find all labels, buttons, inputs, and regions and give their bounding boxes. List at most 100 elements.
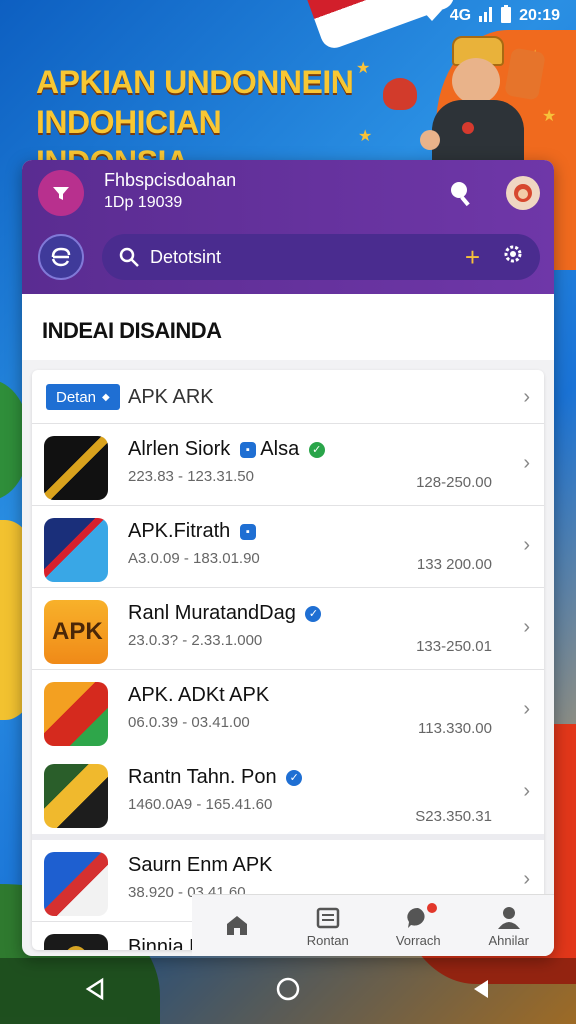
list-item[interactable]: APK. ADKt APK 06.0.39 - 03.41.00 113.330… [32, 670, 544, 752]
app-meta: 1460.0A9 - 165.41.60 [128, 796, 273, 813]
app-name: Ranl MuratandDag ✓ [128, 602, 322, 625]
verified-badge-icon: ▪ [239, 523, 256, 540]
verified-badge-icon: ▪ [239, 441, 256, 458]
profile-icon [497, 906, 520, 929]
star-icon: ★ [358, 128, 373, 145]
star-icon: ★ [356, 60, 371, 77]
back-icon[interactable] [84, 977, 106, 1006]
notification-dot [427, 902, 438, 913]
mascot-body [432, 100, 524, 162]
star-icon: ★ [542, 108, 557, 125]
list-item[interactable]: Alrlen Siork ▪ Alsa ✓ 223.83 - 123.31.50… [32, 424, 544, 506]
network-indicator: 4G [449, 7, 472, 24]
check-badge-icon: ✓ [308, 441, 325, 458]
news-icon [316, 907, 339, 928]
recents-icon[interactable] [470, 977, 492, 1006]
mascot-face [452, 58, 500, 104]
app-meta: A3.0.09 - 183.01.90 [128, 550, 260, 567]
nav-label: Vorrach [395, 932, 441, 948]
app-list: Detan ◆ APK ARK › Alrlen Siork ▪ Alsa ✓ … [32, 370, 544, 950]
app-size: 128-250.00 [416, 474, 492, 491]
app-header: Fhbspcisdoahan 1Dp 19039 Detotsint + [22, 160, 554, 294]
app-icon [44, 518, 108, 582]
app-icon [44, 682, 108, 746]
nav-home[interactable] [192, 912, 282, 940]
list-item[interactable]: APK Ranl MuratandDag ✓ 23.0.3? - 2.33.1.… [32, 588, 544, 670]
app-name: Alrlen Siork ▪ Alsa ✓ [128, 438, 325, 461]
chevron-right-icon: › [523, 698, 530, 720]
chevron-right-icon: › [523, 868, 530, 890]
app-name-suffix: Alsa [260, 438, 300, 460]
wifi-icon [393, 6, 414, 27]
home-button-icon[interactable] [275, 976, 301, 1007]
app-name: APK.Fitrath ▪ [128, 520, 256, 543]
chevron-right-icon: › [523, 616, 530, 638]
search-input[interactable]: Detotsint + [102, 234, 540, 280]
app-name-text: Rantn Tahn. Pon [128, 766, 277, 788]
signal-icon [479, 6, 493, 27]
chevron-right-icon: › [523, 452, 530, 474]
nav-label: Ahnilar [488, 932, 529, 948]
verified-badge-icon: ✓ [305, 605, 322, 622]
app-size: 113.330.00 [418, 720, 492, 737]
app-name: Saurn Enm APK [128, 854, 273, 876]
home-icon [227, 916, 248, 935]
rooster-toy-illustration [383, 78, 417, 110]
mascot-badge [462, 122, 474, 134]
filter-row[interactable]: Detan ◆ APK ARK › [32, 370, 544, 424]
garuda-emblem [62, 946, 90, 950]
mascot-hand [420, 130, 440, 150]
app-name-text: Ranl MuratandDag [128, 602, 296, 624]
bottom-nav: Rontan Vorrach Ahnilar [192, 894, 554, 956]
menu-button[interactable] [38, 234, 84, 280]
battery-icon [501, 4, 512, 28]
app-meta: 23.0.3? - 2.33.1.000 [128, 632, 263, 649]
nav-news[interactable]: Rontan [283, 905, 373, 948]
search-placeholder: Detotsint [150, 246, 222, 267]
app-size: 133 200.00 [416, 556, 492, 573]
app-icon [44, 852, 108, 916]
verified-badge-icon: ✓ [286, 769, 303, 786]
bell-icon [53, 187, 69, 200]
app-icon [44, 764, 108, 828]
list-item[interactable]: APK.Fitrath ▪ A3.0.09 - 183.01.90 133 20… [32, 506, 544, 588]
wifi-icon [421, 6, 442, 27]
avatar[interactable] [38, 170, 84, 216]
app-icon: APK [44, 600, 108, 664]
app-meta: 06.0.39 - 03.41.00 [128, 714, 250, 731]
app-name-text: APK.Fitrath [128, 520, 231, 542]
filter-chip-label: Detan [56, 388, 97, 406]
nav-chat[interactable]: Vorrach [373, 902, 463, 948]
banner-line-1: APKIAN UNDONNEIN [36, 64, 354, 100]
search-icon [119, 247, 139, 267]
mascot-icon[interactable] [506, 176, 540, 210]
search-icon[interactable] [446, 178, 476, 208]
list-item[interactable]: Rantn Tahn. Pon ✓ 1460.0A9 - 165.41.60 S… [32, 752, 544, 840]
system-nav-bar [0, 958, 576, 1024]
gear-icon[interactable] [502, 243, 524, 271]
add-icon[interactable]: + [465, 244, 480, 270]
app-meta: 223.83 - 123.31.50 [128, 468, 254, 485]
swap-icon [51, 247, 71, 267]
app-icon [44, 436, 108, 500]
chevron-right-icon: › [523, 386, 530, 408]
chevron-right-icon: › [523, 534, 530, 556]
nav-profile[interactable]: Ahnilar [464, 905, 554, 948]
chip-icon: ◆ [102, 391, 110, 403]
nav-label: Rontan [306, 932, 349, 948]
clock: 20:19 [519, 7, 560, 24]
app-name: APK. ADKt APK [128, 684, 270, 706]
filter-chip[interactable]: Detan ◆ [46, 384, 120, 410]
app-icon [44, 934, 108, 950]
app-size: 133-250.01 [416, 638, 492, 655]
filter-label: APK ARK [128, 386, 214, 408]
app-size: S23.350.31 [415, 808, 492, 825]
app-name-text: Alrlen Siork [128, 438, 231, 460]
chevron-right-icon: › [523, 780, 530, 802]
app-card: Fhbspcisdoahan 1Dp 19039 Detotsint + IND… [22, 160, 554, 956]
header-title: Fhbspcisdoahan [104, 170, 237, 190]
section-title: INDEAI DISAINDA [42, 318, 222, 343]
apk-glyph: APK [52, 618, 103, 645]
section-header: INDEAI DISAINDA [22, 294, 554, 360]
app-name: Rantn Tahn. Pon ✓ [128, 766, 303, 789]
